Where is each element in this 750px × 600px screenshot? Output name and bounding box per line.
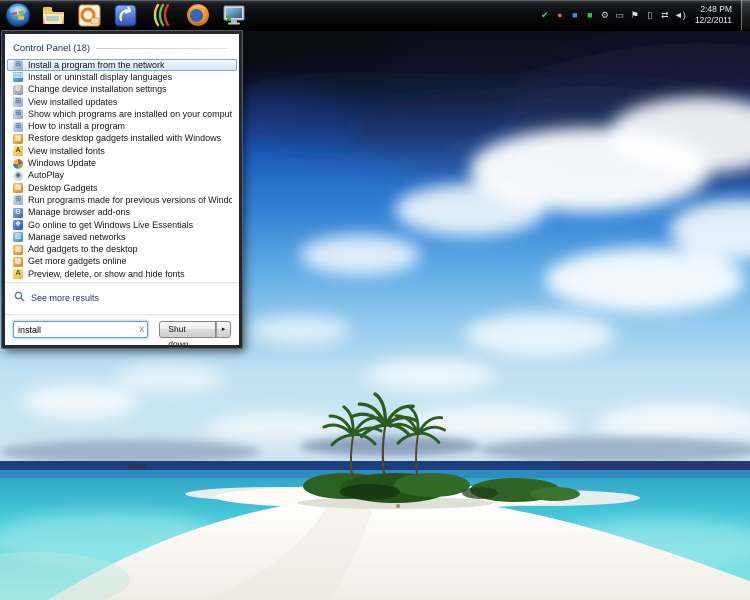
program-install-icon: ⊞ — [13, 195, 23, 205]
clear-search-icon[interactable]: x — [139, 322, 144, 337]
search-result-item[interactable]: ⚙ Change device installation settings — [7, 84, 237, 96]
start-orb[interactable] — [4, 2, 31, 29]
security-icon[interactable]: ● — [554, 7, 566, 23]
shutdown-options-arrow[interactable]: ▸ — [216, 321, 231, 338]
firefox-icon[interactable] — [184, 2, 211, 29]
see-more-results-label: See more results — [31, 293, 99, 303]
search-result-item[interactable]: ❖ Go online to get Windows Live Essentia… — [7, 219, 237, 231]
group-header-label: Control Panel (18) — [13, 43, 90, 54]
gadgets-icon: ▦ — [13, 134, 23, 144]
volume-icon[interactable]: ◄) — [674, 7, 686, 23]
taskbar-pinned-icons — [0, 2, 247, 29]
tray-icons: ✔●■■⚙▭⚑▯⇄◄) — [539, 7, 686, 23]
search-result-item[interactable]: ▦ Desktop Gadgets — [7, 182, 237, 194]
search-result-item[interactable]: ⊞ Run programs made for previous version… — [7, 194, 237, 206]
results-group-header: Control Panel (18) — [5, 40, 239, 59]
media-app-icon[interactable] — [148, 2, 175, 29]
search-result-item[interactable]: ◉ AutoPlay — [7, 170, 237, 182]
shutdown-split-button: Shut down ▸ — [159, 321, 231, 338]
device-settings-icon: ⚙ — [13, 85, 23, 95]
fonts-icon: A — [13, 269, 23, 279]
search-result-item[interactable]: A View installed fonts — [7, 145, 237, 157]
search-icon — [14, 289, 25, 307]
taskbar: ✔●■■⚙▭⚑▯⇄◄) 2:48 PM 12/2/2011 — [0, 0, 750, 31]
display-tray-icon[interactable]: ▭ — [614, 7, 626, 23]
sync-tray-icon[interactable]: ⇄ — [659, 7, 671, 23]
search-footer: x Shut down ▸ — [5, 315, 239, 341]
languages-icon: ⌨ — [13, 72, 23, 82]
search-result-item[interactable]: ▦ Add gadgets to the desktop — [7, 243, 237, 255]
program-install-icon: ⊞ — [13, 109, 23, 119]
gadgets-icon: ▦ — [13, 245, 23, 255]
gear-tray-icon[interactable]: ⚙ — [599, 7, 611, 23]
remote-desktop-icon[interactable] — [220, 2, 247, 29]
search-result-item[interactable]: ⊞ Install a program from the network — [7, 59, 237, 71]
search-result-item[interactable]: ⊞ How to install a program — [7, 120, 237, 132]
program-install-icon: ⊞ — [13, 122, 23, 132]
autoplay-icon: ◉ — [13, 171, 23, 181]
see-more-results-link[interactable]: See more results — [5, 283, 239, 314]
networks-icon: ▥ — [13, 232, 23, 242]
search-result-item[interactable]: ⚙ Manage browser add-ons — [7, 207, 237, 219]
search-result-item[interactable]: ▦ Get more gadgets online — [7, 256, 237, 268]
search-result-item[interactable]: ⊞ Show which programs are installed on y… — [7, 108, 237, 120]
clipboard-tray-icon[interactable]: ▯ — [644, 7, 656, 23]
program-install-icon: ⊞ — [13, 97, 23, 107]
action-center-flag-icon[interactable]: ⚑ — [629, 7, 641, 23]
shutdown-button[interactable]: Shut down — [159, 321, 216, 338]
windows-explorer-icon[interactable] — [40, 2, 67, 29]
live-essentials-icon: ❖ — [13, 220, 23, 230]
search-result-item[interactable]: ⌨ Install or uninstall display languages — [7, 71, 237, 83]
search-result-item[interactable]: A Preview, delete, or show and hide font… — [7, 268, 237, 280]
taskbar-clock[interactable]: 2:48 PM 12/2/2011 — [695, 4, 732, 26]
search-input[interactable] — [14, 322, 147, 337]
green-app-icon[interactable]: ■ — [584, 7, 596, 23]
outlook-icon[interactable] — [76, 2, 103, 29]
program-install-icon: ⊞ — [13, 60, 23, 70]
search-result-item[interactable]: ▥ Manage saved networks — [7, 231, 237, 243]
system-tray: ✔●■■⚙▭⚑▯⇄◄) 2:48 PM 12/2/2011 — [539, 0, 750, 30]
search-result-item[interactable]: Windows Update — [7, 157, 237, 169]
start-search-panel: Control Panel (18) ⊞ Install a program f… — [2, 31, 242, 348]
addons-icon: ⚙ — [13, 208, 23, 218]
windows-update-icon — [13, 159, 23, 169]
clock-date: 12/2/2011 — [695, 15, 732, 26]
fonts-icon: A — [13, 146, 23, 156]
gadgets-icon: ▦ — [13, 183, 23, 193]
clock-time: 2:48 PM — [695, 4, 732, 15]
gadgets-icon: ▦ — [13, 257, 23, 267]
show-desktop-button[interactable] — [741, 0, 750, 30]
desktop: ✔●■■⚙▭⚑▯⇄◄) 2:48 PM 12/2/2011 Control Pa… — [0, 0, 750, 600]
blue-app-icon[interactable]: ■ — [569, 7, 581, 23]
search-result-item[interactable]: ⊞ View installed updates — [7, 96, 237, 108]
pc-check-icon[interactable]: ✔ — [539, 7, 551, 23]
group-header-rule — [96, 48, 229, 49]
search-result-item[interactable]: ▦ Restore desktop gadgets installed with… — [7, 133, 237, 145]
start-search-box[interactable]: x — [13, 321, 148, 338]
messenger-icon[interactable] — [112, 2, 139, 29]
search-results: ⊞ Install a program from the network ⌨ I… — [5, 59, 239, 280]
